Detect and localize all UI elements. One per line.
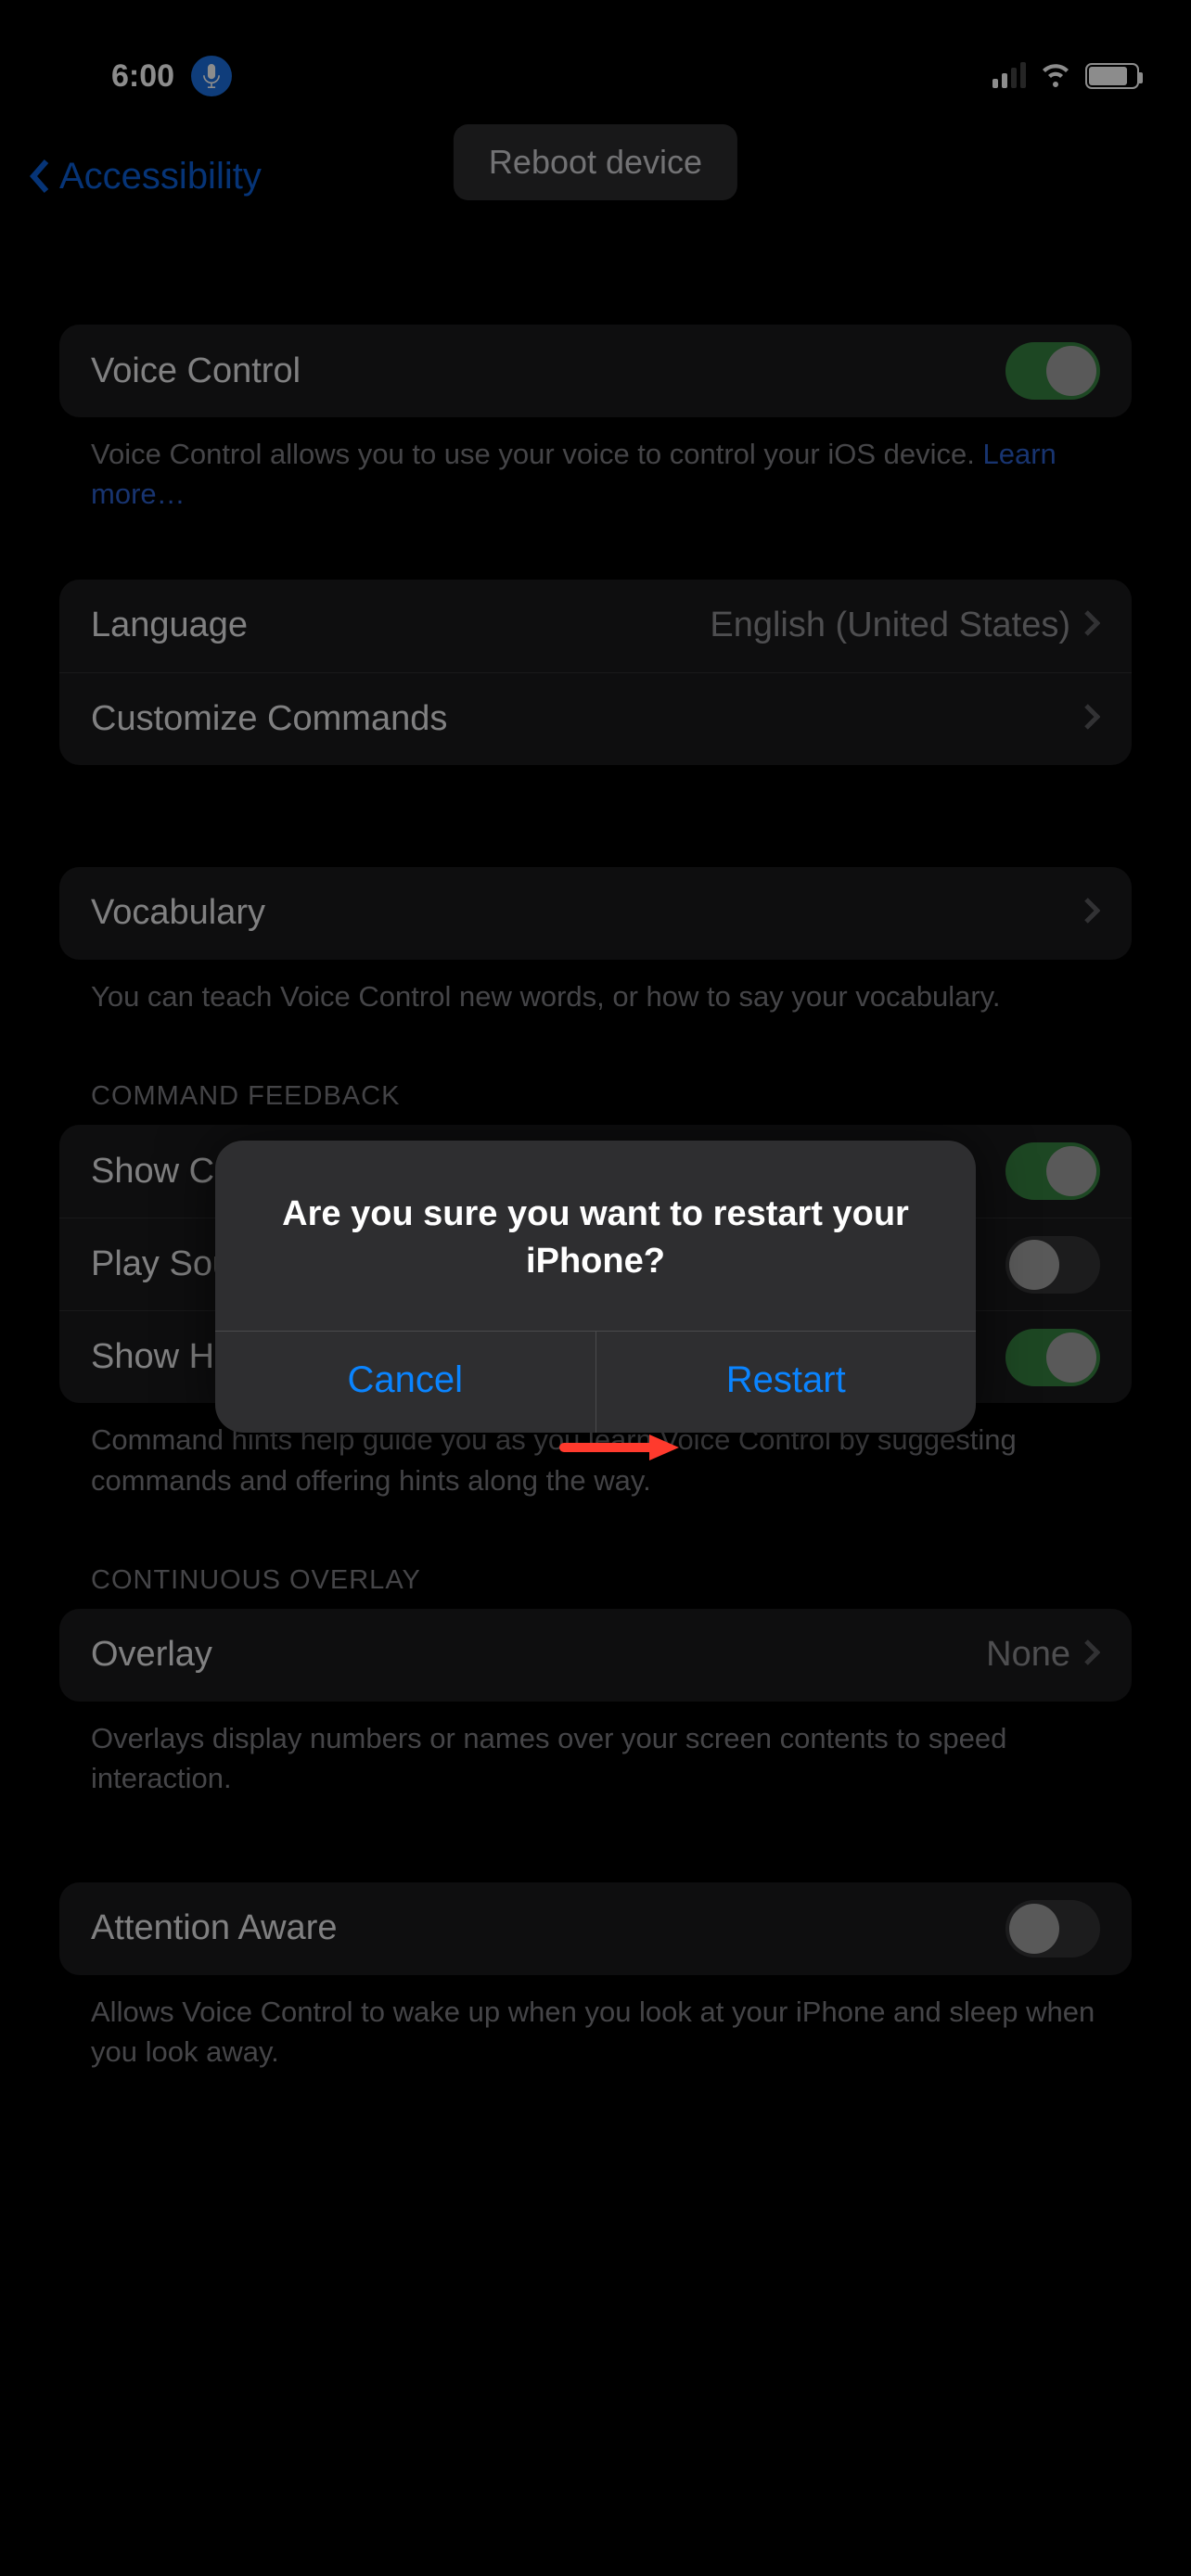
battery-icon (1085, 63, 1139, 89)
cellular-signal-icon (992, 64, 1026, 88)
voice-control-switch[interactable] (1005, 342, 1100, 400)
chevron-right-icon (1083, 897, 1100, 929)
overlay-label: Overlay (91, 1635, 212, 1675)
attention-aware-row[interactable]: Attention Aware (59, 1882, 1132, 1975)
overlay-value: None (986, 1635, 1070, 1675)
show-confirmation-switch[interactable] (1005, 1142, 1100, 1200)
language-row[interactable]: Language English (United States) (59, 580, 1132, 672)
chevron-right-icon (1083, 703, 1100, 735)
attention-aware-label: Attention Aware (91, 1908, 337, 1948)
chevron-left-icon (28, 158, 50, 195)
customize-commands-label: Customize Commands (91, 699, 447, 739)
voice-control-footer: Voice Control allows you to use your voi… (59, 417, 1132, 515)
overlay-footer: Overlays display numbers or names over y… (59, 1702, 1132, 1799)
command-feedback-header: COMMAND FEEDBACK (59, 1081, 1132, 1125)
vocabulary-label: Vocabulary (91, 893, 265, 933)
voice-control-label: Voice Control (91, 351, 301, 391)
restart-confirmation-dialog: Are you sure you want to restart your iP… (215, 1141, 976, 1433)
overlay-row[interactable]: Overlay None (59, 1609, 1132, 1702)
status-time: 6:00 (111, 58, 174, 95)
back-button[interactable]: Accessibility (0, 156, 262, 198)
status-bar: 6:00 (0, 0, 1191, 130)
language-value: English (United States) (710, 606, 1070, 645)
voice-control-toggle-row[interactable]: Voice Control (59, 325, 1132, 417)
back-label: Accessibility (59, 156, 262, 198)
attention-aware-footer: Allows Voice Control to wake up when you… (59, 1975, 1132, 2072)
chevron-right-icon (1083, 1639, 1100, 1671)
attention-aware-switch[interactable] (1005, 1900, 1100, 1958)
cancel-button[interactable]: Cancel (215, 1332, 596, 1433)
vocabulary-footer: You can teach Voice Control new words, o… (59, 960, 1132, 1016)
chevron-right-icon (1083, 609, 1100, 642)
restart-button[interactable]: Restart (596, 1332, 977, 1433)
wifi-icon (1039, 61, 1072, 92)
continuous-overlay-header: CONTINUOUS OVERLAY (59, 1565, 1132, 1609)
dialog-title: Are you sure you want to restart your iP… (215, 1141, 976, 1331)
voice-command-tooltip: Reboot device (454, 124, 737, 200)
language-label: Language (91, 606, 248, 645)
navigation-bar: Accessibility Reboot device (0, 130, 1191, 223)
show-hints-switch[interactable] (1005, 1329, 1100, 1386)
play-sound-switch[interactable] (1005, 1236, 1100, 1294)
customize-commands-row[interactable]: Customize Commands (59, 672, 1132, 765)
vocabulary-row[interactable]: Vocabulary (59, 867, 1132, 960)
mic-active-icon (191, 56, 232, 96)
